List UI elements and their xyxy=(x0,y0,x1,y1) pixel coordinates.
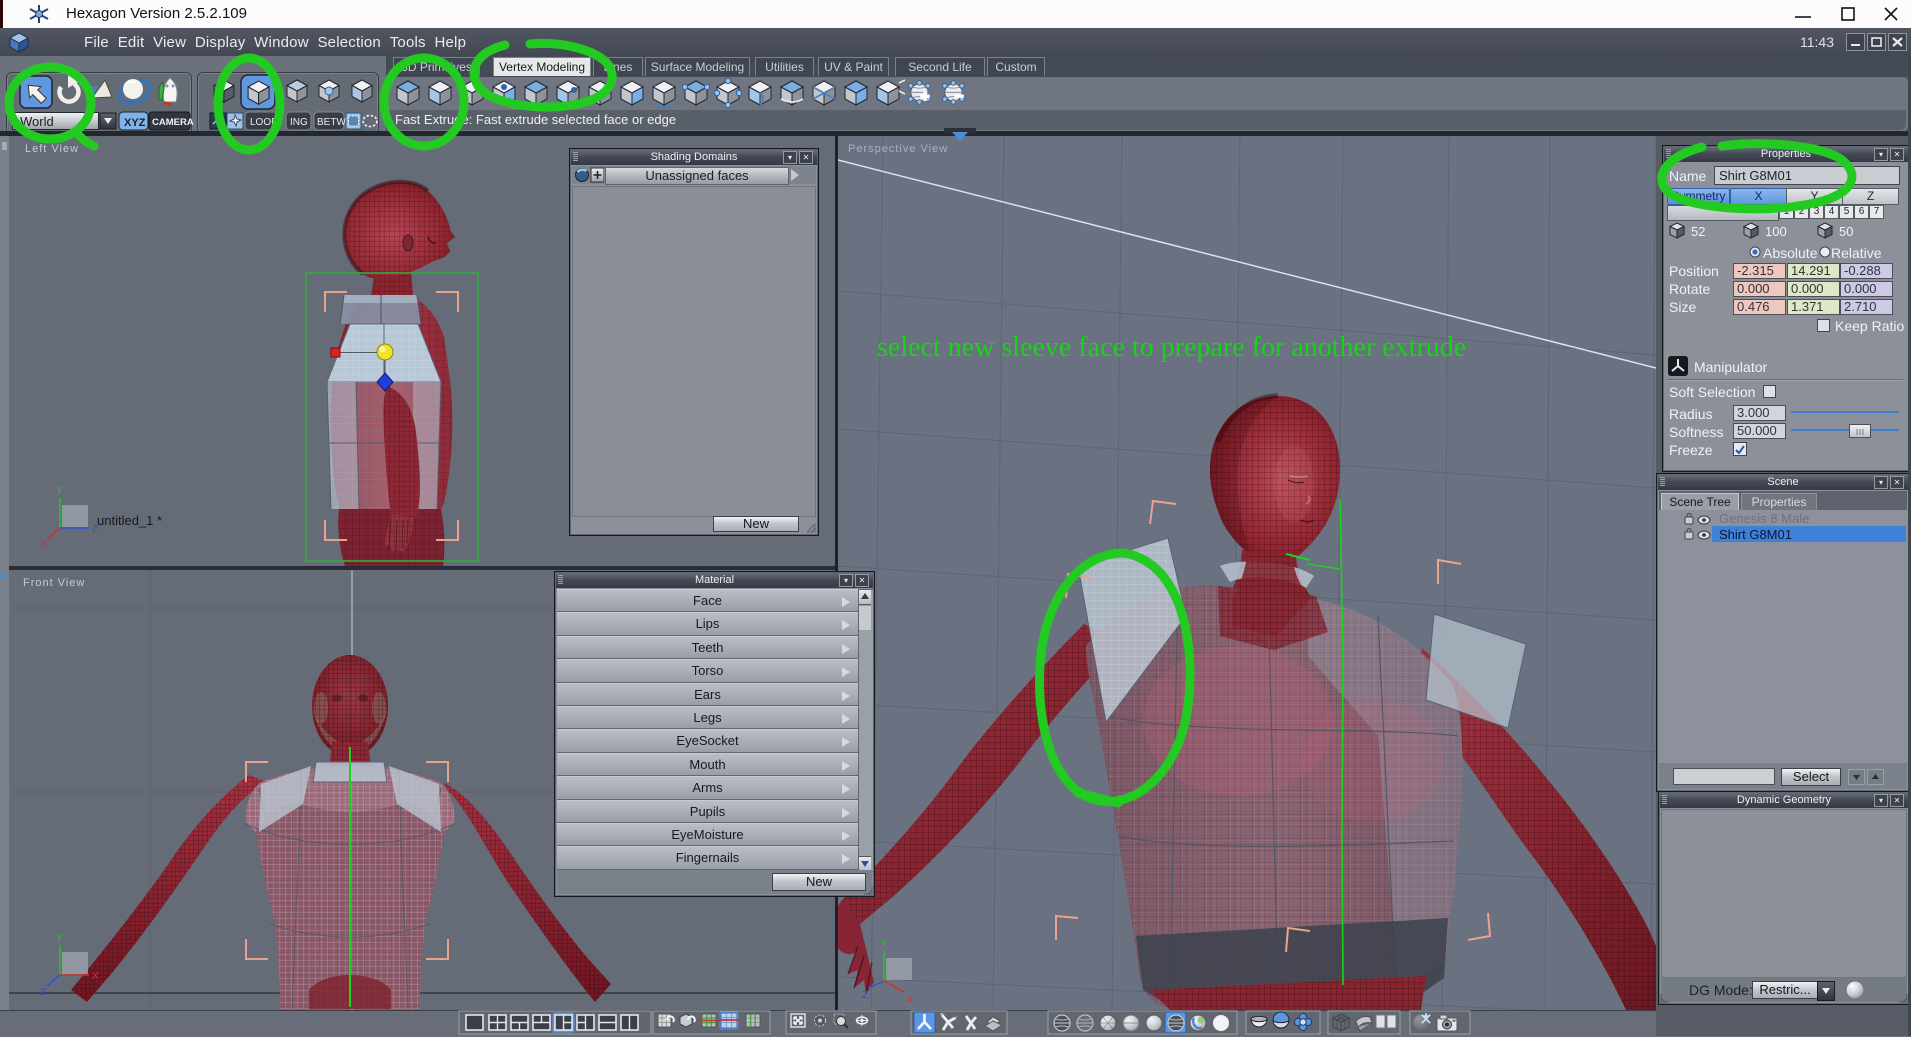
svg-text:Z: Z xyxy=(862,990,868,1001)
svg-text:ING: ING xyxy=(290,117,308,128)
svg-text:CAMERA: CAMERA xyxy=(152,117,194,128)
svg-text:Z: Z xyxy=(40,987,46,998)
svg-text:XYZ: XYZ xyxy=(124,117,146,129)
svg-text:100: 100 xyxy=(1765,224,1787,239)
svg-text:Y: Y xyxy=(880,939,887,950)
svg-text:LOOP: LOOP xyxy=(250,117,278,128)
svg-text:52: 52 xyxy=(1691,224,1705,239)
svg-text:Perspective View: Perspective View xyxy=(848,143,948,155)
svg-text:X: X xyxy=(40,540,47,551)
svg-text:BETW: BETW xyxy=(317,117,346,128)
svg-text:X: X xyxy=(92,971,99,982)
svg-text:Front View: Front View xyxy=(23,577,85,589)
svg-text:untitled_1 *: untitled_1 * xyxy=(97,513,162,528)
svg-text:Y: Y xyxy=(56,933,63,944)
svg-text:50: 50 xyxy=(1839,224,1853,239)
svg-text:Y: Y xyxy=(56,486,63,497)
svg-text:Left View: Left View xyxy=(25,143,79,155)
svg-text:World: World xyxy=(20,114,54,129)
svg-text:x: x xyxy=(907,994,912,1005)
